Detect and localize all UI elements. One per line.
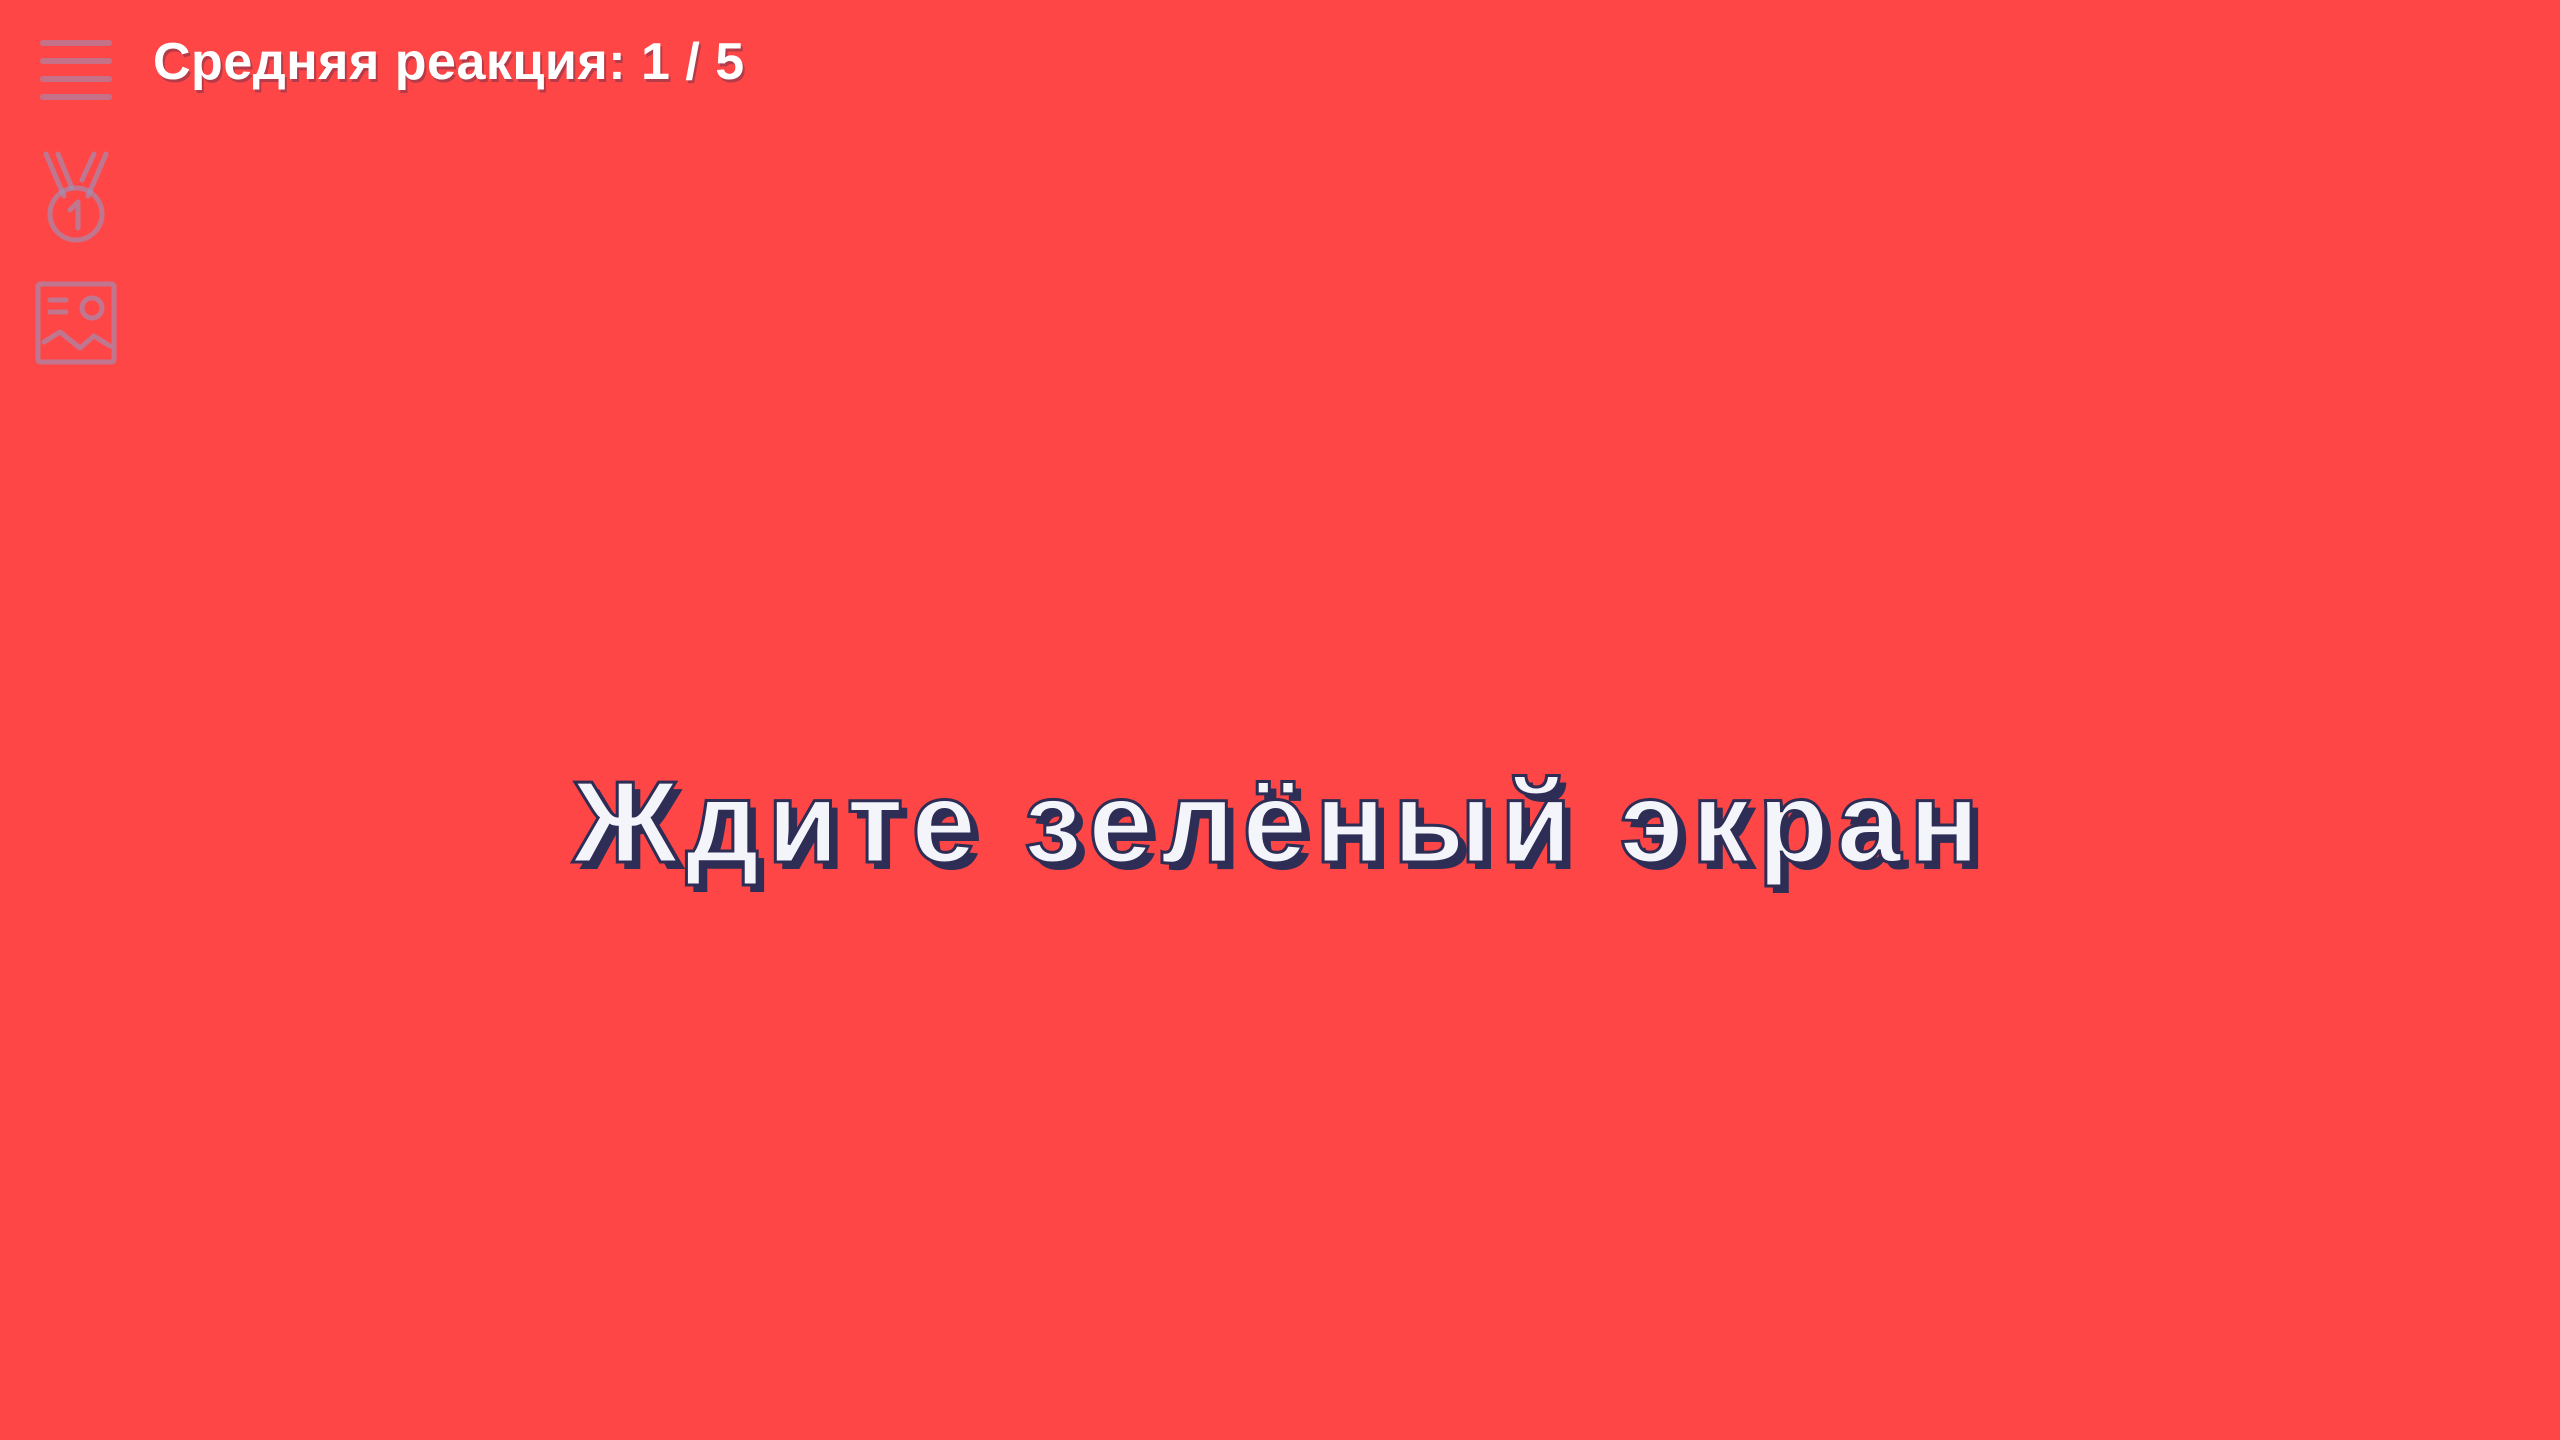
- reaction-test-screen[interactable]: Средняя реакция: 1 / 5 Ждите зелёный экр…: [0, 0, 2560, 1440]
- wait-for-green-prompt: Ждите зелёный экран: [571, 756, 1988, 889]
- average-reaction-status: Средняя реакция: 1 / 5: [153, 33, 745, 91]
- menu-icon[interactable]: [36, 36, 116, 106]
- medal-icon[interactable]: [30, 148, 122, 248]
- image-gallery-icon[interactable]: [30, 278, 122, 378]
